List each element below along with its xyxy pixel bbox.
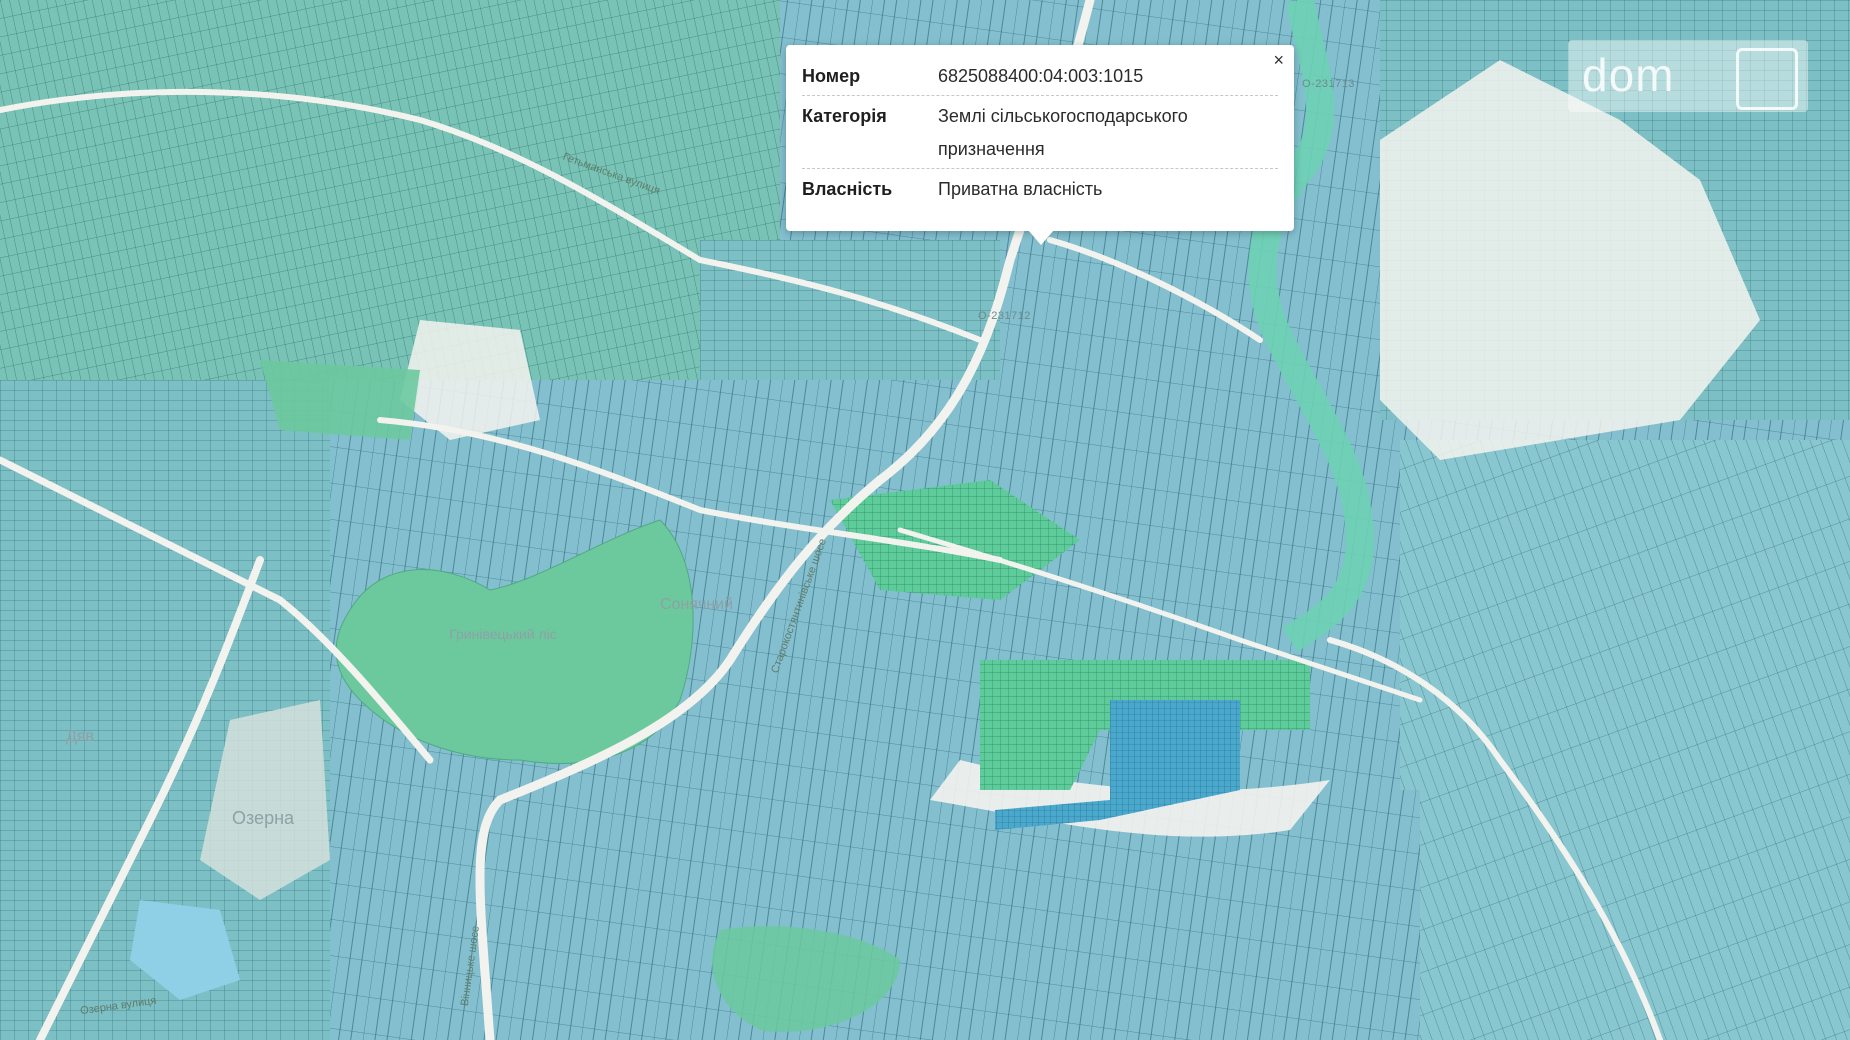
route-badge-2: О-231712 [978,310,1031,322]
popup-key: Номер [802,66,861,86]
parcel-area-northwest [0,0,780,380]
parcel-area-center-north [700,240,1000,380]
town-label: Озерна [232,808,295,828]
popup-row-ownership: Власність Приватна власність [802,173,1278,206]
popup-value: 6825088400:04:003:1015 [938,66,1144,86]
forest-label: Гринівецький ліс [449,626,557,642]
popup-row-number: Номер 6825088400:04:003:1015 [802,60,1278,96]
watermark-text: dom [1582,49,1675,101]
popup-pointer [1028,230,1054,245]
popup-key: Категорія [802,106,887,126]
district-label: Сонячний [660,596,733,613]
parcel-info-popup: × Номер 6825088400:04:003:1015 Категорія… [786,45,1294,231]
forest-area-north [260,360,420,440]
ria-logo-icon [1736,48,1798,110]
route-badge-1: О-231713 [1302,78,1355,90]
popup-key: Власність [802,179,893,199]
popup-value: Землі сільськогосподарського призначення [938,106,1188,159]
popup-row-category: Категорія Землі сільськогосподарського п… [802,100,1278,169]
town-label-2: Дяв [66,728,94,745]
popup-value: Приватна власність [938,179,1103,199]
watermark-logo: dom [1568,40,1808,112]
parcel-area-southeast [1400,440,1850,1040]
